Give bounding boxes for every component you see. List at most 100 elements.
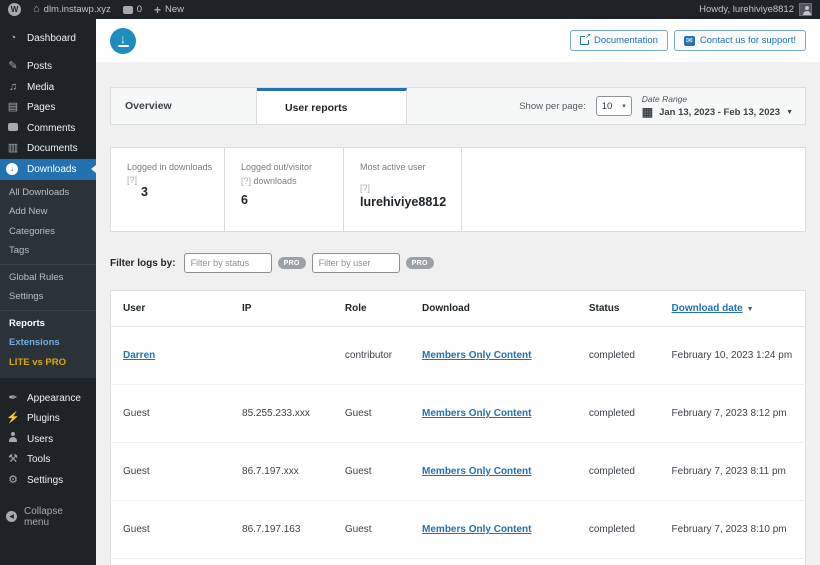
sidebar-item-appearance[interactable]: ✒ Appearance <box>0 388 96 409</box>
column-header-download: Download <box>410 290 577 327</box>
submenu-categories[interactable]: Categories <box>0 222 96 242</box>
table-header-row: User IP Role Download Status Download da… <box>110 290 806 327</box>
stat-logged-in-downloads: Logged in downloads [?] 3 <box>111 148 225 231</box>
collapse-menu-button[interactable]: ◀ Collapse menu <box>0 506 96 528</box>
per-page-select[interactable]: 10 ▾ <box>595 96 632 116</box>
home-icon: ⌂ <box>33 3 40 15</box>
media-icon: ♫ <box>8 80 18 93</box>
column-header-ip: IP <box>230 290 333 327</box>
comment-bubble-icon <box>122 5 133 14</box>
download-link[interactable]: Members Only Content <box>422 350 531 361</box>
date-range-picker[interactable]: ▦ Jan 13, 2023 - Feb 13, 2023 ▼ <box>642 106 793 118</box>
submenu-settings[interactable]: Settings <box>0 287 96 307</box>
download-link[interactable]: Members Only Content <box>422 408 531 419</box>
submenu-tags[interactable]: Tags <box>0 241 96 261</box>
stat-logged-out-downloads: Logged out/visitor [?] downloads 6 <box>225 148 344 231</box>
user-avatar[interactable] <box>799 3 812 16</box>
tab-user-reports-label: User reports <box>285 101 348 114</box>
download-logs-table: User IP Role Download Status Download da… <box>110 290 806 565</box>
sidebar-item-settings[interactable]: ⚙ Settings <box>0 470 96 491</box>
wordpress-logo-icon: W <box>8 3 21 16</box>
stat-value: 3 <box>141 184 148 199</box>
sidebar-item-label: Appearance <box>27 392 81 404</box>
wordpress-menu[interactable]: W <box>8 3 21 16</box>
user-cell: Guest <box>110 384 231 443</box>
show-per-page-label: Show per page: <box>519 100 586 112</box>
column-header-download-date: Download date ▼ <box>659 290 806 327</box>
submenu-reports[interactable]: Reports <box>0 309 96 334</box>
pro-badge[interactable]: PRO <box>277 257 306 269</box>
table-row: Guest 86.7.197.163 Guest Members Only Co… <box>110 500 806 559</box>
table-row: Darren contributor Members Only Content … <box>110 326 806 385</box>
active-menu-arrow <box>91 165 96 174</box>
chevron-down-icon: ▾ <box>622 103 626 110</box>
filter-logs-label: Filter logs by: <box>110 257 176 269</box>
status-cell: completed <box>576 442 660 501</box>
documentation-button[interactable]: Documentation <box>569 30 668 51</box>
sidebar-item-dashboard[interactable]: ◔ Dashboard <box>0 28 96 49</box>
ip-cell <box>230 326 333 385</box>
reports-tabs-bar: Overview User reports Show per page: 10 … <box>110 87 806 125</box>
sidebar-item-users[interactable]: Users <box>0 429 96 450</box>
wordpress-admin-screen: W ⌂ dlm.instawp.xyz 0 + New Howdy, lureh… <box>0 0 820 565</box>
calendar-icon: ▦ <box>641 105 654 119</box>
tab-user-reports[interactable]: User reports <box>257 88 407 124</box>
sidebar-item-downloads[interactable]: ↓ Downloads <box>0 159 96 180</box>
new-content-menu[interactable]: + New <box>154 4 184 16</box>
sidebar-item-label: Comments <box>27 122 76 134</box>
stat-label-2: downloads <box>253 175 297 186</box>
downloads-submenu: All Downloads Add New Categories Tags Gl… <box>0 179 96 378</box>
users-icon <box>6 432 20 446</box>
filter-by-user-input[interactable] <box>311 253 400 273</box>
main-content: ↓ Documentation ✉ Contact us for support… <box>96 19 820 565</box>
sidebar-item-label: Tools <box>27 454 51 466</box>
collapse-icon: ◀ <box>6 511 17 523</box>
howdy-text[interactable]: Howdy, lurehiviye8812 <box>699 4 794 15</box>
help-tooltip-icon[interactable]: [?] <box>360 183 455 193</box>
pro-badge[interactable]: PRO <box>405 257 434 269</box>
role-cell: Guest <box>332 384 411 443</box>
help-tooltip-icon[interactable]: [?] <box>241 176 251 186</box>
tab-overview[interactable]: Overview <box>111 88 257 124</box>
user-cell: Guest <box>110 500 231 559</box>
stat-value: lurehiviye8812 <box>360 194 447 209</box>
user-link[interactable]: Darren <box>123 350 155 361</box>
sidebar-item-pages[interactable]: ▤ Pages <box>0 98 96 119</box>
column-header-status: Status <box>576 290 660 327</box>
table-row-partial <box>111 559 806 565</box>
column-header-user: User <box>110 290 231 327</box>
submenu-lite-vs-pro[interactable]: LITE vs PRO <box>0 353 96 373</box>
user-cell: Guest <box>110 442 231 501</box>
contact-support-button[interactable]: ✉ Contact us for support! <box>673 30 806 51</box>
submenu-global-rules[interactable]: Global Rules <box>0 263 96 288</box>
sidebar-item-documents[interactable]: ▥ Documents <box>0 139 96 160</box>
stat-label: Logged out/visitor <box>241 162 313 172</box>
per-page-value: 10 <box>601 100 613 112</box>
envelope-icon: ✉ <box>683 35 695 46</box>
sidebar-item-media[interactable]: ♫ Media <box>0 77 96 98</box>
sidebar-item-label: Pages <box>27 102 56 114</box>
sidebar-item-comments[interactable]: Comments <box>0 118 96 139</box>
plus-icon: + <box>154 2 162 17</box>
help-tooltip-icon[interactable]: [?] <box>127 175 218 185</box>
status-cell: completed <box>576 384 660 443</box>
download-link[interactable]: Members Only Content <box>422 466 531 477</box>
sidebar-item-plugins[interactable]: ⚡ Plugins <box>0 409 96 430</box>
submenu-extensions[interactable]: Extensions <box>0 333 96 353</box>
site-link[interactable]: ⌂ dlm.instawp.xyz <box>33 3 111 16</box>
date-cell: February 7, 2023 8:10 pm <box>659 500 806 559</box>
filter-by-status-input[interactable] <box>183 253 272 273</box>
pages-icon: ▤ <box>7 101 19 114</box>
comments-shortcut[interactable]: 0 <box>122 4 142 15</box>
summary-stats: Logged in downloads [?] 3 Logged out/vis… <box>110 147 806 232</box>
sidebar-item-posts[interactable]: ✎ Posts <box>0 57 96 78</box>
role-cell: Guest <box>332 442 411 501</box>
caret-down-icon: ▼ <box>786 108 793 116</box>
status-cell: completed <box>576 326 660 385</box>
download-link[interactable]: Members Only Content <box>422 524 531 535</box>
sort-download-date-link[interactable]: Download date <box>672 303 743 314</box>
submenu-all-downloads[interactable]: All Downloads <box>0 183 96 203</box>
submenu-add-new[interactable]: Add New <box>0 202 96 222</box>
sidebar-item-tools[interactable]: ⚒ Tools <box>0 450 96 471</box>
documents-icon: ▥ <box>7 142 19 155</box>
